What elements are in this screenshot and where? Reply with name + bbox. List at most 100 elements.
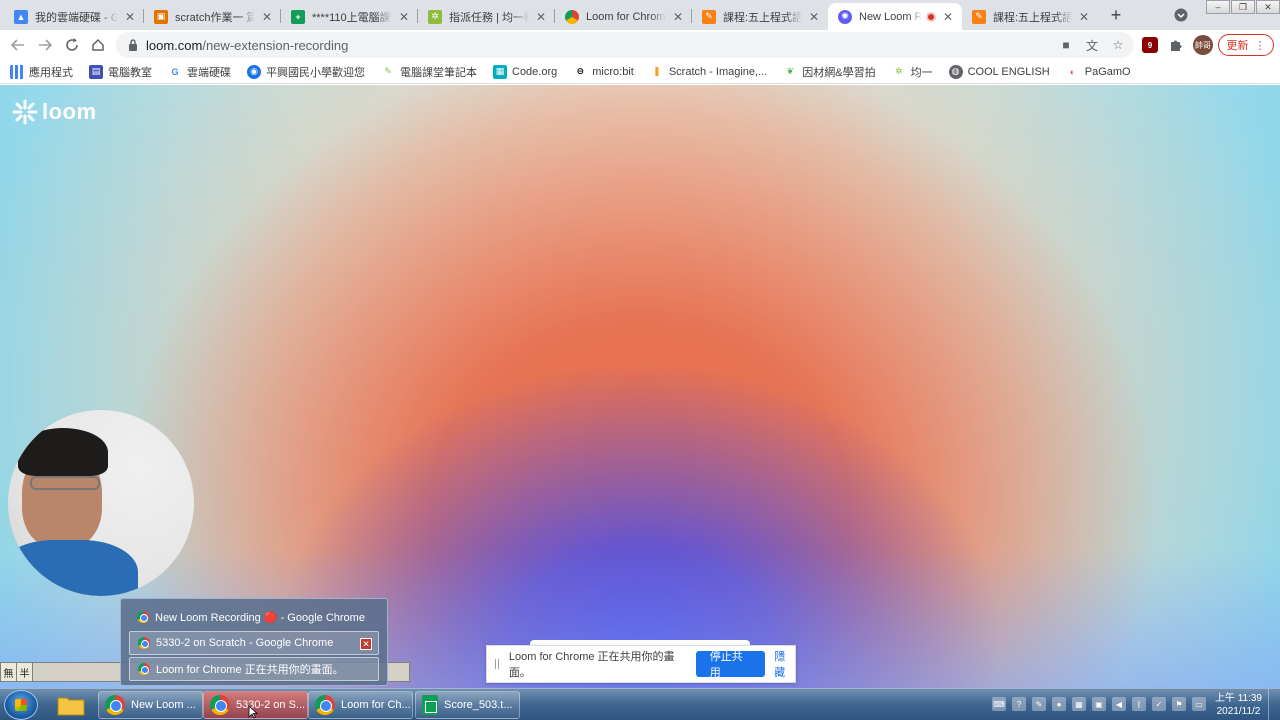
arrow-right-icon xyxy=(39,39,52,51)
bookmark-junyi[interactable]: ✲ 均一 xyxy=(892,64,933,80)
address-bar[interactable]: loom.com/new-extension-recording ■ 文 ☆ xyxy=(116,32,1134,58)
junyi-icon: ✲ xyxy=(894,66,903,76)
bookmark-pagamo[interactable]: ◐ PaGamO xyxy=(1066,65,1131,79)
bookmark-school[interactable]: ◉ 平興國民小學歡迎您 xyxy=(247,64,365,80)
reload-button[interactable] xyxy=(62,35,82,55)
system-clock[interactable]: 上午 11:39 2021/11/2 xyxy=(1215,692,1262,718)
bookmark-scratch[interactable]: ❚ Scratch - Imagine,... xyxy=(650,65,767,79)
share-message: Loom for Chrome 正在共用你的畫面。 xyxy=(508,651,675,679)
star-icon[interactable]: ☆ xyxy=(1110,37,1126,53)
tab-loom-webstore[interactable]: Loom for Chrome ✕ xyxy=(555,3,692,30)
speaker-icon[interactable]: ◀ xyxy=(1112,697,1126,711)
close-icon[interactable]: ✕ xyxy=(396,9,412,25)
camera-icon[interactable]: ■ xyxy=(1058,37,1074,53)
tab-search-button[interactable] xyxy=(1172,6,1190,24)
tab-strip: ▲ 我的雲端硬碟 - Go ✕ ▣ scratch作業一 篇 ✕ + ****1… xyxy=(0,0,1280,30)
minimize-button[interactable]: – xyxy=(1206,0,1230,14)
bookmark-microbit[interactable]: ⊖ micro:bit xyxy=(573,65,633,79)
hide-button[interactable]: 隱藏 xyxy=(774,648,795,680)
window-item-loom-share[interactable]: Loom for Chrome 正在共用你的畫面。 xyxy=(129,657,379,681)
check-icon[interactable]: ✓ xyxy=(1152,697,1166,711)
close-icon[interactable]: ✕ xyxy=(670,9,686,25)
chrome-icon xyxy=(210,695,230,715)
translate-icon[interactable]: 文 xyxy=(1084,37,1100,53)
home-button[interactable] xyxy=(88,35,108,55)
tab-course-2[interactable]: ✎ 課程:五上程式語言 ✕ xyxy=(962,3,1098,30)
bookmark-codeorg[interactable]: ▦ Code.org xyxy=(493,64,557,79)
bookmark-adaptive-learning[interactable]: ❦ 因材網&學習拍 xyxy=(783,64,875,80)
bookmark-notebook[interactable]: ✎ 電腦課堂筆記本 xyxy=(381,64,477,80)
arrow-left-icon xyxy=(11,39,24,51)
lock-icon[interactable] xyxy=(126,39,140,51)
taskbar-window-list: New Loom Recording 🔴 - Google Chrome 533… xyxy=(120,598,388,686)
display-icon[interactable]: ▣ xyxy=(1092,697,1106,711)
profile-avatar[interactable]: 帥哥 xyxy=(1193,35,1213,55)
close-icon[interactable]: ✕ xyxy=(1076,9,1092,25)
drag-handle-icon[interactable] xyxy=(495,659,499,669)
recording-indicator-icon xyxy=(926,11,936,22)
mouse-cursor xyxy=(248,705,259,720)
bookmark-apps[interactable]: 應用程式 xyxy=(10,64,73,80)
close-icon[interactable]: ✕ xyxy=(360,638,372,650)
taskbar-chrome-new-loom[interactable]: New Loom ... xyxy=(98,691,203,719)
close-icon[interactable]: ✕ xyxy=(940,9,956,25)
show-desktop-button[interactable] xyxy=(1268,689,1280,720)
taskbar-chrome-loom[interactable]: Loom for Ch... xyxy=(308,691,413,719)
tab-junyi-assign[interactable]: ✲ 指派任務 | 均一教 ✕ xyxy=(418,3,555,30)
tab-google-drive[interactable]: ▲ 我的雲端硬碟 - Go ✕ xyxy=(4,3,144,30)
bookmark-google-drive[interactable]: G 雲端硬碟 xyxy=(168,64,231,80)
extension-ublock-icon[interactable]: 9 xyxy=(1142,37,1158,53)
pen-icon[interactable]: ✎ xyxy=(1032,697,1046,711)
start-button[interactable] xyxy=(4,690,38,720)
new-tab-button[interactable]: + xyxy=(1106,5,1126,25)
close-window-button[interactable]: ✕ xyxy=(1256,0,1280,14)
back-button[interactable] xyxy=(8,35,28,55)
google-g-icon: G xyxy=(171,66,179,77)
close-icon[interactable]: ✕ xyxy=(533,9,549,25)
bookmark-cool-english[interactable]: ◍ COOL ENGLISH xyxy=(948,64,1050,79)
scratch-icon: ❚ xyxy=(653,66,661,76)
ime-mode-toggle[interactable]: 無 xyxy=(1,663,17,681)
system-tray: ⌨ ? ✎ ● ▦ ▣ ◀ ᛒ ✓ ⚑ ▭ xyxy=(992,697,1206,711)
close-icon[interactable]: ✕ xyxy=(259,9,275,25)
help-icon[interactable]: ? xyxy=(1012,697,1026,711)
leaf-icon: ❦ xyxy=(786,66,795,76)
forward-button[interactable] xyxy=(35,35,55,55)
extensions-puzzle-icon[interactable] xyxy=(1166,35,1186,55)
sheets-icon: + xyxy=(291,9,305,24)
window-item-new-loom[interactable]: New Loom Recording 🔴 - Google Chrome xyxy=(129,605,379,629)
window-item-scratch[interactable]: 5330-2 on Scratch - Google Chrome ✕ xyxy=(129,631,379,655)
taskbar-score-sheet[interactable]: Score_503.t... xyxy=(415,691,520,719)
flag-icon[interactable]: ⚑ xyxy=(1172,697,1186,711)
chrome-icon xyxy=(315,695,335,715)
webcam-bubble[interactable] xyxy=(8,410,194,596)
close-icon[interactable]: ✕ xyxy=(806,9,822,25)
file-explorer-button[interactable] xyxy=(54,692,88,718)
maximize-button[interactable]: ❐ xyxy=(1231,0,1255,14)
update-button[interactable]: 更新 ⋮ xyxy=(1218,34,1274,56)
more-vert-icon: ⋮ xyxy=(1254,39,1266,52)
tab-title: 課程:五上程式語言 xyxy=(723,11,802,24)
tab-scratch-assignment[interactable]: ▣ scratch作業一 篇 ✕ xyxy=(144,3,281,30)
tab-course-1[interactable]: ✎ 課程:五上程式語言 ✕ xyxy=(692,3,828,30)
tab-new-loom-recording[interactable]: ✺ New Loom Re ✕ xyxy=(828,3,962,30)
monitor-icon[interactable]: ▭ xyxy=(1192,697,1206,711)
microphone-icon[interactable]: ● xyxy=(1052,697,1066,711)
tab-title: New Loom Re xyxy=(859,10,922,23)
school-icon: ◉ xyxy=(247,64,261,79)
tab-computer-class-sheet[interactable]: + ****110上電腦課 ✕ xyxy=(281,3,418,30)
stop-sharing-button[interactable]: 停止共用 xyxy=(695,651,766,679)
bookmark-classroom-icon: ▤ xyxy=(89,64,103,79)
ime-width-toggle[interactable]: 半 xyxy=(17,663,33,681)
tab-title: ****110上電腦課 xyxy=(312,11,391,24)
loom-logo: loom xyxy=(12,99,97,125)
network-icon[interactable]: ▦ xyxy=(1072,697,1086,711)
keyboard-icon[interactable]: ⌨ xyxy=(992,697,1006,711)
tab-title: 指派任務 | 均一教 xyxy=(449,11,529,24)
browser-toolbar: loom.com/new-extension-recording ■ 文 ☆ 9… xyxy=(0,30,1280,60)
bookmark-computer-classroom[interactable]: ▤ 電腦教室 xyxy=(89,64,152,80)
bookmarks-bar: 應用程式 ▤ 電腦教室 G 雲端硬碟 ◉ 平興國民小學歡迎您 ✎ 電腦課堂筆記本 ▦ Co… xyxy=(0,60,1280,84)
bluetooth-icon[interactable]: ᛒ xyxy=(1132,697,1146,711)
close-icon[interactable]: ✕ xyxy=(122,9,138,25)
url-text: loom.com/new-extension-recording xyxy=(146,37,349,53)
